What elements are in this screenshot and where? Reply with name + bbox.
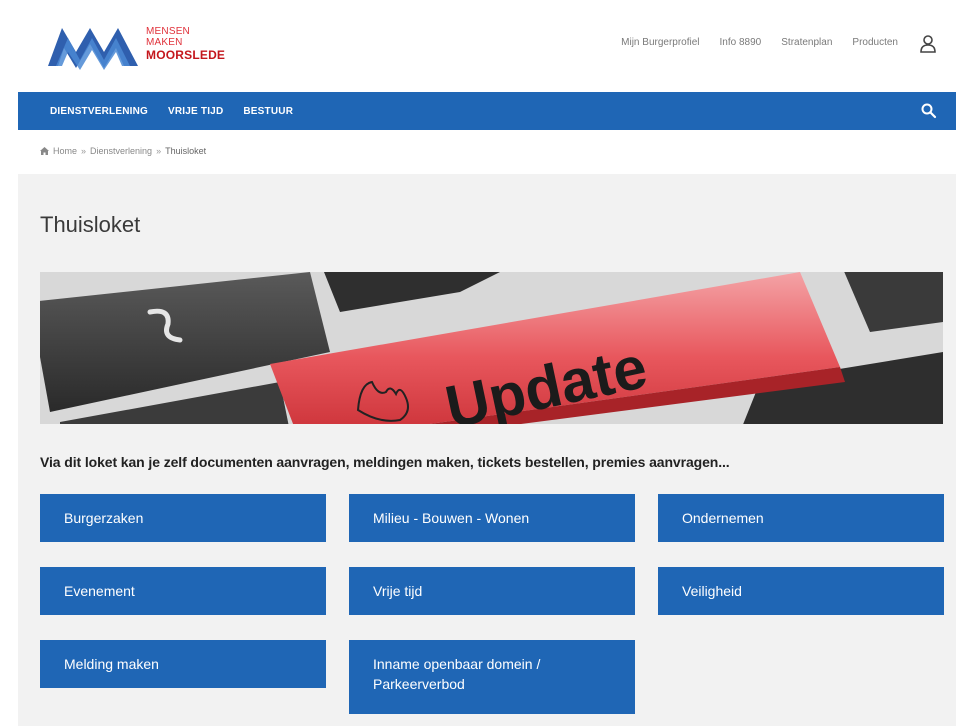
breadcrumb: Home » Dienstverlening » Thuisloket bbox=[40, 146, 206, 156]
breadcrumb-separator: » bbox=[81, 146, 87, 156]
logo-line-2: MAKEN bbox=[146, 37, 183, 48]
logo-mark-icon bbox=[48, 28, 138, 70]
tile-burgerzaken[interactable]: Burgerzaken bbox=[40, 494, 326, 542]
breadcrumb-separator: » bbox=[156, 146, 162, 156]
hero-image: Update bbox=[40, 272, 943, 424]
logo-text: MENSEN MAKEN MOORSLEDE bbox=[146, 26, 225, 62]
top-link-producten[interactable]: Producten bbox=[852, 37, 898, 48]
nav-items: DIENSTVERLENING VRIJE TIJD BESTUUR bbox=[50, 92, 293, 130]
breadcrumb-current: Thuisloket bbox=[165, 146, 207, 156]
top-link-burgerprofiel[interactable]: Mijn Burgerprofiel bbox=[621, 37, 699, 48]
search-icon[interactable] bbox=[920, 102, 938, 120]
main-nav: DIENSTVERLENING VRIJE TIJD BESTUUR bbox=[18, 92, 956, 130]
tile-evenement[interactable]: Evenement bbox=[40, 567, 326, 615]
nav-item-vrije-tijd[interactable]: VRIJE TIJD bbox=[168, 106, 223, 117]
logo-line-3: MOORSLEDE bbox=[146, 48, 226, 62]
site-logo[interactable]: MENSEN MAKEN MOORSLEDE bbox=[46, 22, 246, 74]
nav-item-bestuur[interactable]: BESTUUR bbox=[243, 106, 293, 117]
top-link-stratenplan[interactable]: Stratenplan bbox=[781, 37, 832, 48]
breadcrumb-home[interactable]: Home bbox=[53, 146, 77, 156]
home-icon bbox=[40, 147, 49, 155]
tile-veiligheid[interactable]: Veiligheid bbox=[658, 567, 944, 615]
page-title: Thuisloket bbox=[40, 212, 141, 237]
top-link-info[interactable]: Info 8890 bbox=[720, 37, 762, 48]
main-content: Thuisloket Update Via dit loket kan je z… bbox=[18, 174, 956, 726]
tile-milieu-bouwen-wonen[interactable]: Milieu - Bouwen - Wonen bbox=[349, 494, 635, 542]
breadcrumb-dienstverlening[interactable]: Dienstverlening bbox=[90, 146, 152, 156]
logo-line-1: MENSEN bbox=[146, 26, 190, 37]
tile-inname-openbaar-domein[interactable]: Inname openbaar domein / Parkeerverbod bbox=[349, 640, 635, 714]
site-header: MENSEN MAKEN MOORSLEDE Mijn Burgerprofie… bbox=[0, 0, 956, 92]
nav-item-dienstverlening[interactable]: DIENSTVERLENING bbox=[50, 106, 148, 117]
top-links: Mijn Burgerprofiel Info 8890 Stratenplan… bbox=[621, 37, 898, 48]
hero-keyboard-illustration: Update bbox=[40, 272, 943, 424]
tile-vrije-tijd[interactable]: Vrije tijd bbox=[349, 567, 635, 615]
intro-text: Via dit loket kan je zelf documenten aan… bbox=[40, 454, 730, 470]
tile-ondernemen[interactable]: Ondernemen bbox=[658, 494, 944, 542]
tile-melding-maken[interactable]: Melding maken bbox=[40, 640, 326, 688]
user-icon[interactable] bbox=[918, 34, 938, 54]
